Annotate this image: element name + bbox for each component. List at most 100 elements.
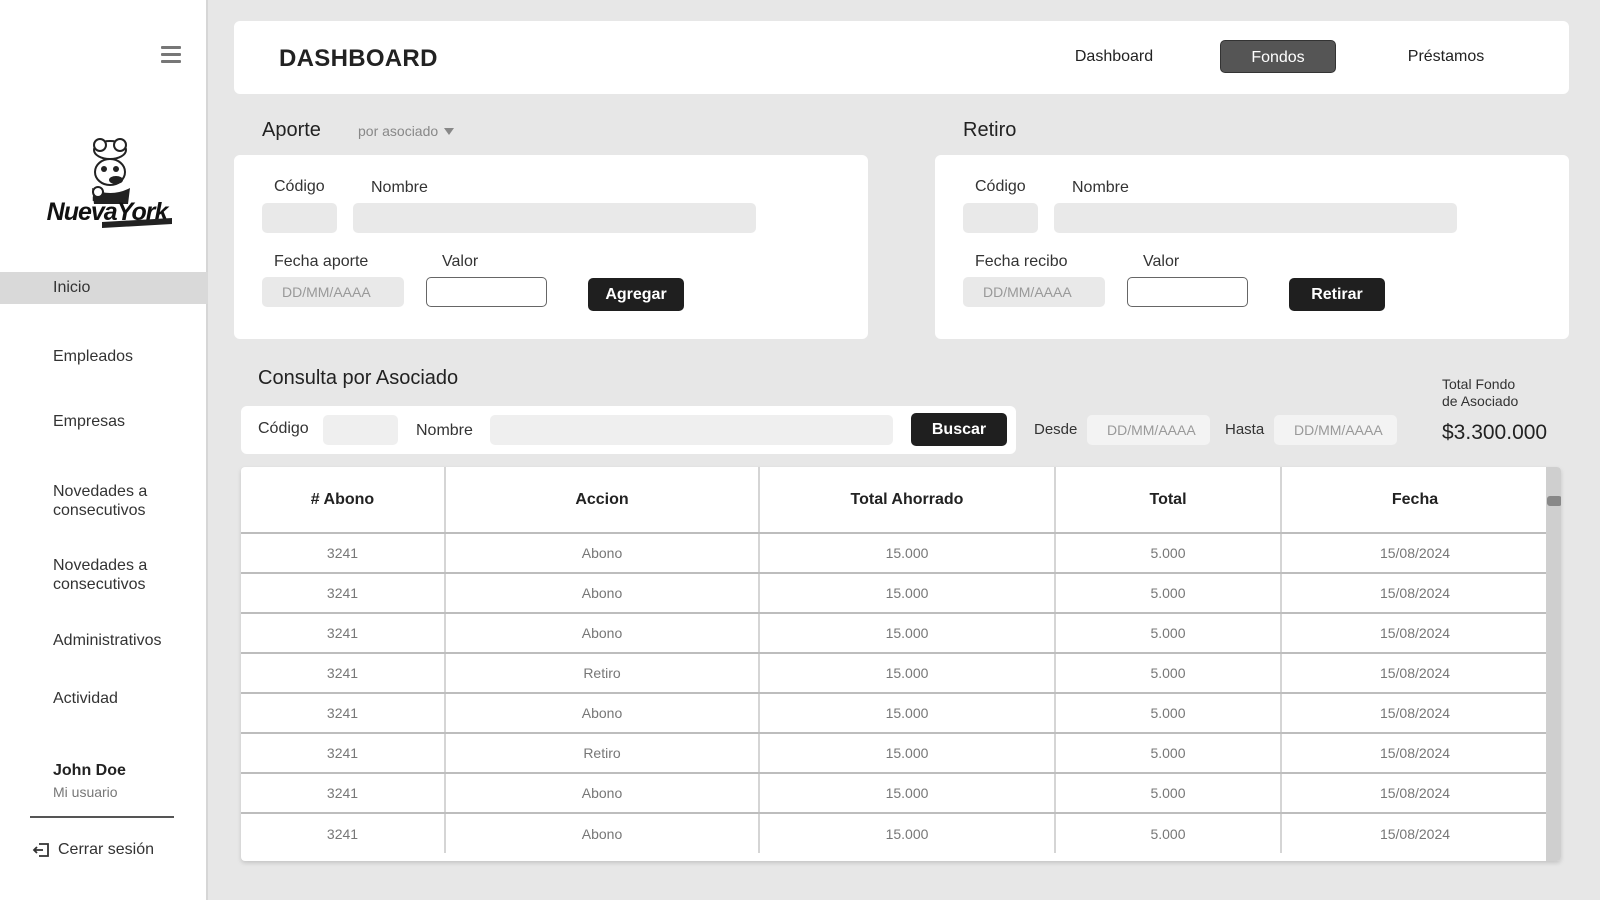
sidebar-item-empresas[interactable]: Empresas: [0, 412, 208, 431]
aporte-valor-label: Valor: [442, 253, 479, 270]
sidebar-item-label: Empresas: [53, 413, 126, 430]
table-cell: 15/08/2024: [1281, 773, 1548, 814]
table-cell: 15.000: [759, 813, 1056, 853]
search-bar: Código Nombre Buscar: [241, 406, 1016, 454]
table-cell: 3241: [241, 533, 446, 574]
agregar-button[interactable]: Agregar: [588, 278, 684, 311]
retiro-valor-input[interactable]: [1127, 277, 1248, 307]
sidebar-item-label: consecutivos: [53, 576, 146, 593]
aporte-codigo-input[interactable]: [262, 203, 337, 233]
aporte-codigo-label: Código: [274, 178, 325, 195]
sidebar-item-label: Empleados: [53, 348, 134, 365]
table-row[interactable]: 3241 Abono 15.000 5.000 15/08/2024: [241, 573, 1548, 614]
chevron-down-icon: [444, 127, 455, 135]
table-cell: 3241: [241, 693, 446, 734]
table-row[interactable]: 3241 Abono 15.000 5.000 15/08/2024: [241, 773, 1548, 814]
table-cell: 15/08/2024: [1281, 733, 1548, 774]
table-cell: 5.000: [1055, 773, 1282, 814]
buscar-button[interactable]: Buscar: [911, 413, 1007, 446]
table-row[interactable]: 3241 Retiro 15.000 5.000 15/08/2024: [241, 653, 1548, 694]
consulta-codigo-input[interactable]: [323, 415, 398, 445]
tab-fondos[interactable]: Fondos: [1220, 40, 1336, 73]
retiro-card: Código Nombre Fecha recibo Valor DD/MM/A…: [935, 155, 1569, 339]
desde-date-input[interactable]: DD/MM/AAAA: [1087, 415, 1210, 445]
table-cell: 15.000: [759, 733, 1056, 774]
table-cell: 15/08/2024: [1281, 693, 1548, 734]
desde-label: Desde: [1034, 421, 1078, 438]
total-fondo-label-line: Total Fondo: [1442, 376, 1516, 392]
table-cell: Retiro: [445, 653, 760, 694]
retiro-codigo-input[interactable]: [963, 203, 1038, 233]
column-header[interactable]: Fecha: [1281, 467, 1548, 534]
table-cell: 15.000: [759, 613, 1056, 654]
aporte-fecha-input[interactable]: DD/MM/AAAA: [262, 277, 404, 307]
table-cell: 5.000: [1055, 693, 1282, 734]
table-cell: 3241: [241, 773, 446, 814]
sidebar-item-empleados[interactable]: Empleados: [0, 347, 208, 366]
company-logo: PANADERIA NuevaYork: [47, 138, 172, 228]
table-cell: 15.000: [759, 573, 1056, 614]
table-row[interactable]: 3241 Abono 15.000 5.000 15/08/2024: [241, 693, 1548, 734]
consulta-nombre-input[interactable]: [490, 415, 893, 445]
table-cell: 15.000: [759, 693, 1056, 734]
scrollbar-thumb[interactable]: [1547, 496, 1561, 506]
abonos-table: # Abono Accion Total Ahorrado Total Fech…: [241, 467, 1561, 861]
column-header[interactable]: Total: [1055, 467, 1282, 534]
table-row[interactable]: 3241 Abono 15.000 5.000 15/08/2024: [241, 813, 1548, 853]
table-scrollbar[interactable]: [1546, 467, 1561, 861]
table-cell: 15.000: [759, 773, 1056, 814]
table-row[interactable]: 3241 Abono 15.000 5.000 15/08/2024: [241, 613, 1548, 654]
sidebar-item-label: Inicio: [53, 279, 91, 296]
menu-icon[interactable]: [161, 46, 181, 64]
column-header[interactable]: Accion: [445, 467, 760, 534]
retiro-nombre-input[interactable]: [1054, 203, 1457, 233]
sidebar-item-actividad[interactable]: Actividad: [0, 689, 208, 708]
aporte-filter-dropdown[interactable]: por asociado: [358, 123, 455, 139]
page-title: DASHBOARD: [279, 45, 438, 72]
table-cell: 3241: [241, 653, 446, 694]
retiro-nombre-label: Nombre: [1072, 179, 1129, 196]
tab-dashboard[interactable]: Dashboard: [1064, 40, 1164, 73]
table-cell: 15/08/2024: [1379, 825, 1451, 842]
sidebar-item-novedades-2[interactable]: Novedades a consecutivos: [0, 556, 208, 594]
column-header[interactable]: Total Ahorrado: [759, 467, 1056, 534]
sidebar-item-label: Novedades a: [53, 483, 148, 500]
retiro-fecha-input[interactable]: DD/MM/AAAA: [963, 277, 1105, 307]
table-cell: Abono: [445, 773, 760, 814]
aporte-valor-input[interactable]: [426, 277, 547, 307]
aporte-nombre-input[interactable]: [353, 203, 756, 233]
user-name: John Doe: [53, 762, 126, 779]
table-cell: 15/08/2024: [1281, 653, 1548, 694]
sidebar-item-inicio[interactable]: Inicio: [0, 272, 208, 304]
table-cell: Retiro: [445, 733, 760, 774]
logout-button[interactable]: Cerrar sesión: [32, 841, 154, 859]
column-header[interactable]: # Abono: [241, 467, 446, 534]
aporte-title: Aporte: [262, 119, 321, 141]
aporte-nombre-label: Nombre: [371, 179, 428, 196]
table-row[interactable]: 3241 Abono 15.000 5.000 15/08/2024: [241, 533, 1548, 574]
header: DASHBOARD Dashboard Fondos Préstamos: [234, 21, 1569, 94]
table-cell: 5.000: [1055, 733, 1282, 774]
sidebar: PANADERIA NuevaYork Inicio Empleados Emp…: [0, 0, 208, 900]
hasta-label: Hasta: [1225, 421, 1265, 438]
table-cell: Abono: [445, 573, 760, 614]
table-cell: 3241: [241, 813, 446, 853]
sidebar-item-label: Novedades a: [53, 557, 148, 574]
consulta-title: Consulta por Asociado: [258, 367, 459, 389]
table-cell: 15/08/2024: [1281, 573, 1548, 614]
table-cell: 5.000: [1055, 813, 1282, 853]
retirar-button[interactable]: Retirar: [1289, 278, 1385, 311]
table-cell: Abono: [445, 613, 760, 654]
table-row[interactable]: 3241 Retiro 15.000 5.000 15/08/2024: [241, 733, 1548, 774]
retiro-valor-label: Valor: [1143, 253, 1180, 270]
table-cell: 15/08/2024: [1281, 533, 1548, 574]
total-fondo-label: Total Fondo de Asociado: [1442, 376, 1552, 410]
sidebar-item-novedades-1[interactable]: Novedades a consecutivos: [0, 482, 208, 520]
sidebar-item-administrativos[interactable]: Administrativos: [0, 631, 208, 650]
tab-prestamos[interactable]: Préstamos: [1394, 40, 1498, 73]
table-cell: 15.000: [759, 653, 1056, 694]
hasta-date-input[interactable]: DD/MM/AAAA: [1274, 415, 1397, 445]
aporte-card: Código Nombre Fecha aporte Valor DD/MM/A…: [234, 155, 868, 339]
table-cell: 15.000: [759, 533, 1056, 574]
user-subtitle[interactable]: Mi usuario: [53, 784, 118, 800]
